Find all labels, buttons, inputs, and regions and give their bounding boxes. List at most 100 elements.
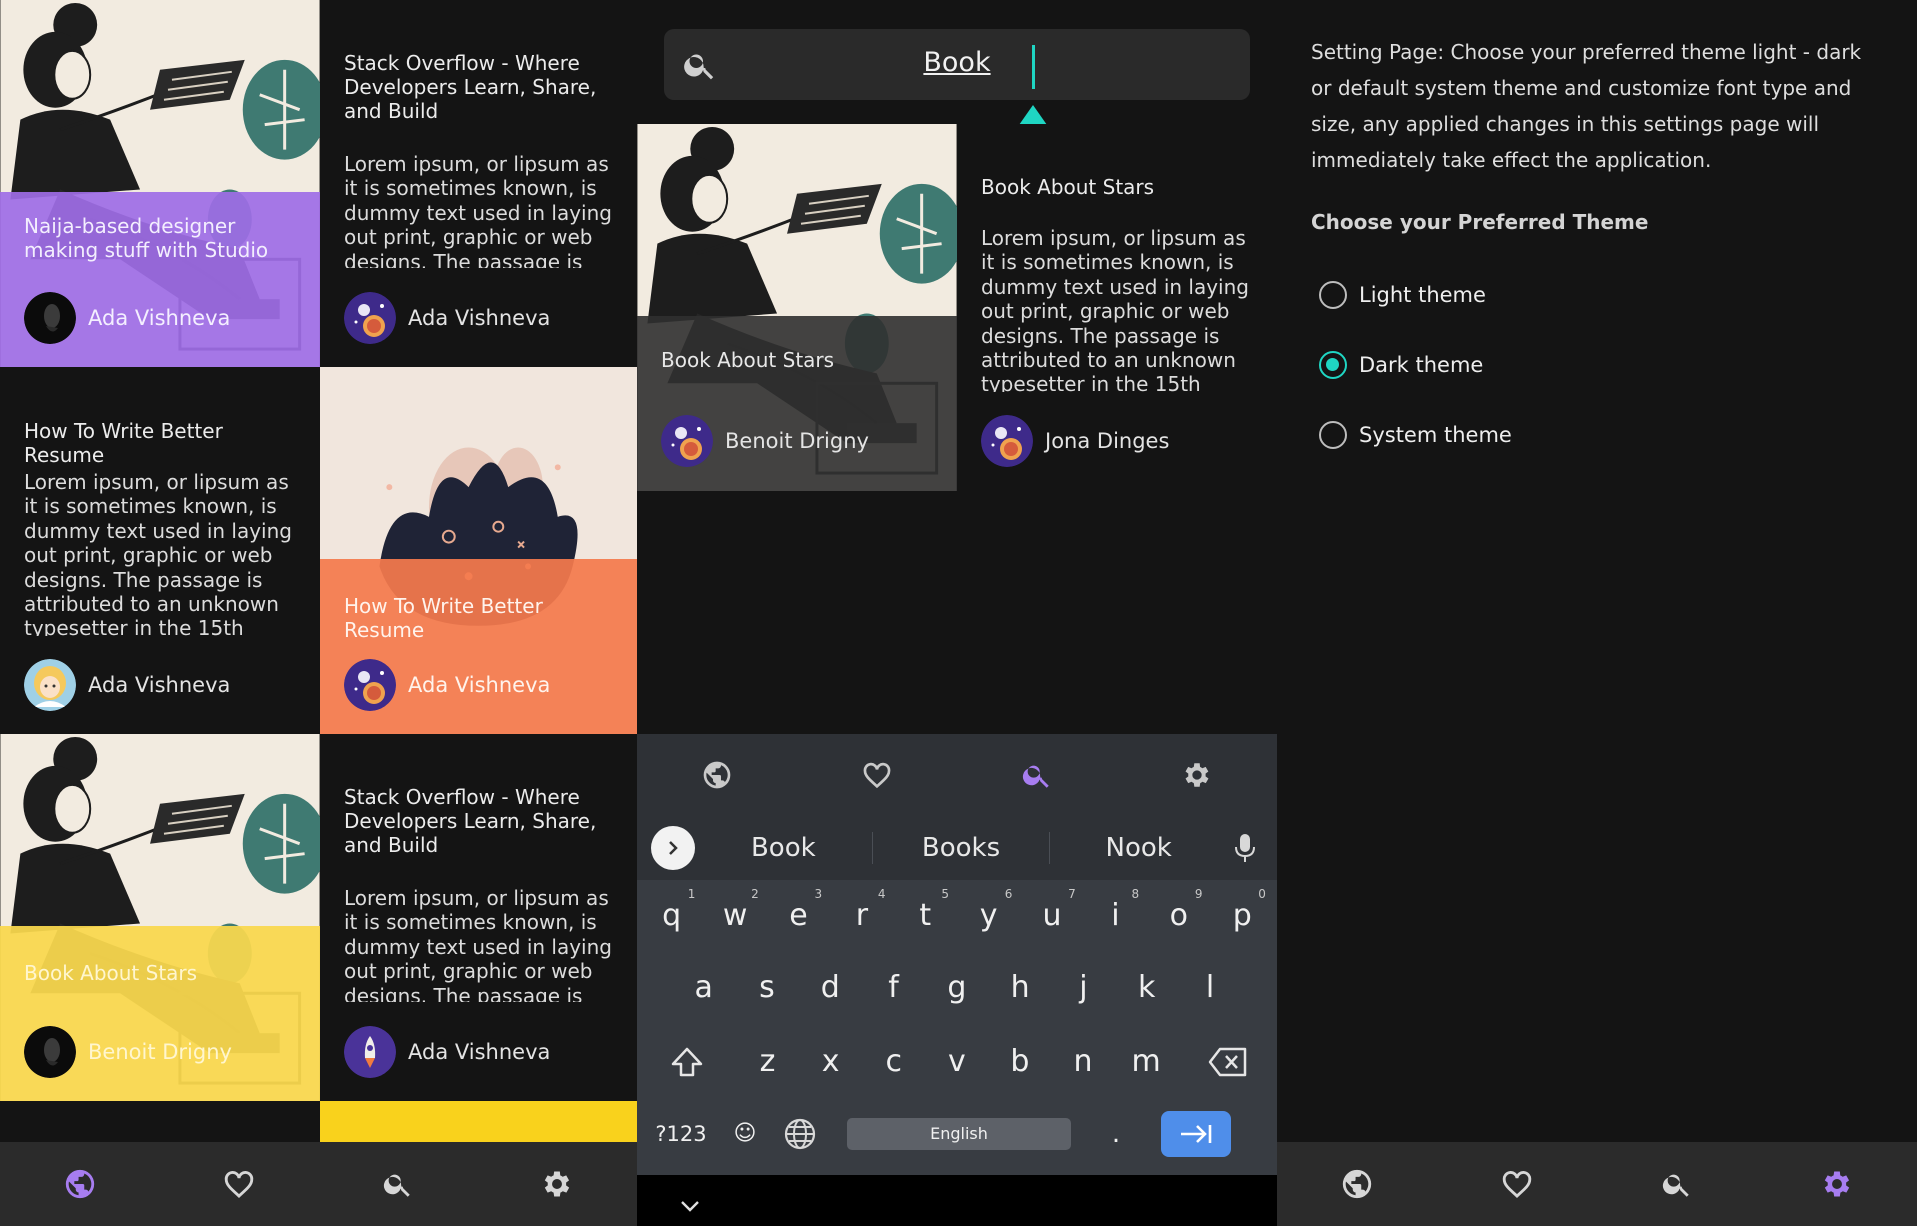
tab-arrow-icon (1181, 1125, 1212, 1143)
expand-suggestions-button[interactable] (651, 826, 695, 870)
kb-tab-settings[interactable] (1167, 745, 1227, 805)
nav-explore[interactable] (1327, 1154, 1387, 1214)
key-label: e (789, 898, 808, 933)
shift-key[interactable] (637, 1030, 736, 1094)
chevron-down-icon[interactable] (679, 1199, 701, 1213)
card-title: Book About Stars (24, 961, 198, 985)
theme-option-light[interactable]: Light theme (1319, 281, 1486, 309)
key-q[interactable]: q1 (640, 884, 703, 948)
suggestion[interactable]: Books (873, 833, 1050, 863)
key-p[interactable]: p0 (1211, 884, 1274, 948)
suggestion[interactable]: Book (695, 833, 872, 863)
heart-icon (861, 759, 893, 791)
key-b[interactable]: b (988, 1030, 1051, 1094)
globe-icon (784, 1118, 816, 1150)
globe-icon (1340, 1167, 1374, 1201)
key-label: w (722, 898, 748, 933)
voice-input-button[interactable] (1227, 828, 1263, 868)
card-author: Benoit Drigny (661, 415, 869, 467)
nav-favorites[interactable] (209, 1154, 269, 1214)
key-label: y (979, 898, 998, 933)
globe-icon (63, 1167, 97, 1201)
search-result-card[interactable]: Book About Stars Lorem ipsum, or lipsum … (957, 124, 1277, 491)
keyboard-tab-bar (637, 734, 1277, 816)
key-a[interactable]: a (672, 956, 735, 1020)
nav-favorites[interactable] (1487, 1154, 1547, 1214)
system-nav-bar (637, 1175, 1277, 1226)
author-name: Benoit Drigny (725, 429, 869, 453)
article-card[interactable]: How To Write Better Resume Lorem ipsum, … (0, 367, 320, 734)
suggestion[interactable]: Nook (1050, 833, 1227, 863)
key-y[interactable]: y6 (957, 884, 1020, 948)
nav-search[interactable] (368, 1154, 428, 1214)
key-c[interactable]: c (862, 1030, 925, 1094)
key-label: g (947, 970, 967, 1005)
key-i[interactable]: i8 (1084, 884, 1147, 948)
avatar (24, 1026, 76, 1078)
key-k[interactable]: k (1115, 956, 1178, 1020)
space-bar[interactable]: English (847, 1118, 1071, 1150)
card-title: Stack Overflow - Where Developers Learn,… (344, 51, 597, 123)
language-key[interactable] (765, 1102, 835, 1166)
key-j[interactable]: j (1052, 956, 1115, 1020)
theme-option-system[interactable]: System theme (1319, 421, 1512, 449)
key-hint: 1 (687, 887, 696, 901)
nav-search[interactable] (1647, 1154, 1707, 1214)
key-m[interactable]: m (1115, 1030, 1178, 1094)
radio-button[interactable] (1319, 281, 1347, 309)
key-u[interactable]: u7 (1020, 884, 1083, 948)
card-body: Lorem ipsum, or lipsum as it is sometime… (981, 226, 1249, 392)
article-card[interactable]: Stack Overflow - Where Developers Learn,… (320, 734, 637, 1101)
emoji-key[interactable]: ☺ (725, 1102, 765, 1166)
period-key[interactable]: . (1071, 1102, 1161, 1166)
nav-settings[interactable] (527, 1154, 587, 1214)
key-label: q (662, 898, 682, 933)
key-r[interactable]: r4 (830, 884, 893, 948)
theme-heading: Choose your Preferred Theme (1311, 210, 1649, 234)
article-card[interactable]: Book About Stars Benoit Drigny (0, 734, 320, 1101)
symbols-key[interactable]: ?123 (637, 1102, 725, 1166)
key-t[interactable]: t5 (894, 884, 957, 948)
card-author: Ada Vishneva (344, 1026, 550, 1078)
card-author: Ada Vishneva (24, 659, 230, 711)
radio-button[interactable] (1319, 421, 1347, 449)
card-author: Ada Vishneva (344, 659, 550, 711)
feed-panel: Naija-based designer making stuff with S… (0, 0, 637, 1226)
key-label: x (821, 1044, 840, 1079)
key-s[interactable]: s (735, 956, 798, 1020)
nav-settings[interactable] (1807, 1154, 1867, 1214)
key-e[interactable]: e3 (767, 884, 830, 948)
backspace-key[interactable] (1178, 1030, 1277, 1094)
nav-explore[interactable] (50, 1154, 110, 1214)
key-f[interactable]: f (862, 956, 925, 1020)
kb-tab-explore[interactable] (687, 745, 747, 805)
key-w[interactable]: w2 (703, 884, 766, 948)
key-label: f (888, 970, 899, 1005)
theme-option-dark[interactable]: Dark theme (1319, 351, 1483, 379)
key-label: o (1169, 898, 1188, 933)
card-body: Lorem ipsum, or lipsum as it is sometime… (344, 886, 612, 1002)
search-input[interactable]: Book (664, 29, 1250, 139)
key-h[interactable]: h (988, 956, 1051, 1020)
key-n[interactable]: n (1051, 1030, 1114, 1094)
radio-button-checked[interactable] (1319, 351, 1347, 379)
key-v[interactable]: v (925, 1030, 988, 1094)
search-result-card[interactable]: Book About Stars Benoit Drigny (637, 124, 957, 491)
card-author: Jona Dinges (981, 415, 1169, 467)
key-l[interactable]: l (1178, 956, 1241, 1020)
kb-tab-favorites[interactable] (847, 745, 907, 805)
key-g[interactable]: g (925, 956, 988, 1020)
article-card[interactable]: How To Write Better Resume Ada Vishneva (320, 367, 637, 734)
key-d[interactable]: d (799, 956, 862, 1020)
enter-key[interactable] (1161, 1111, 1231, 1157)
kb-tab-search[interactable] (1007, 745, 1067, 805)
key-x[interactable]: x (799, 1030, 862, 1094)
soft-keyboard: Book Books Nook q1w2e3r4t5y6u7i8o9p0 asd… (637, 734, 1277, 1175)
key-z[interactable]: z (736, 1030, 799, 1094)
key-label: j (1079, 970, 1088, 1005)
key-o[interactable]: o9 (1147, 884, 1210, 948)
author-name: Jona Dinges (1045, 429, 1170, 453)
article-card[interactable]: Stack Overflow - Where Developers Learn,… (320, 0, 637, 367)
key-hint: 4 (877, 887, 886, 901)
article-card[interactable]: Naija-based designer making stuff with S… (0, 0, 320, 367)
